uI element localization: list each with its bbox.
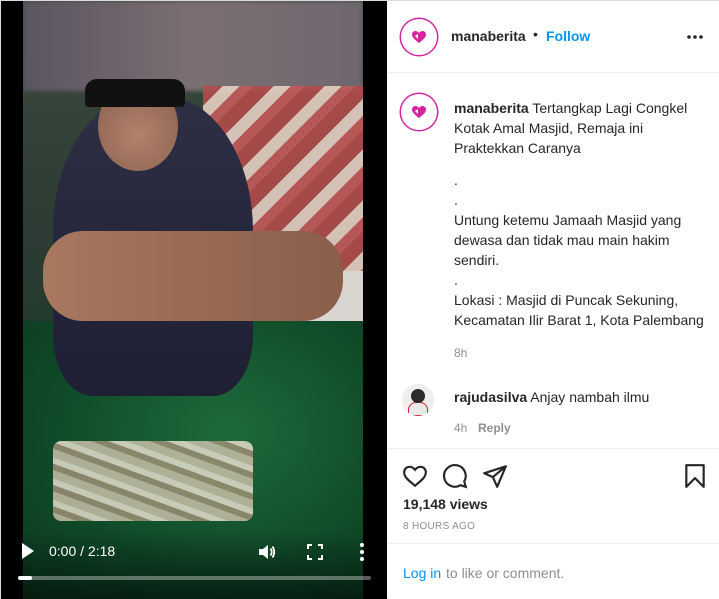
video-scene-blur (23, 1, 363, 91)
comment-item: rajudasilva Anjay nambah ilmu 4h Reply (388, 379, 719, 439)
post-caption: manaberita Tertangkap Lagi Congkel Kotak… (454, 98, 704, 330)
login-prompt: Log in to like or comment. (388, 543, 719, 599)
volume-icon[interactable] (257, 542, 277, 562)
video-progress-fill (18, 576, 33, 580)
share-icon[interactable] (482, 463, 508, 489)
post-header: manaberita • Follow (388, 1, 719, 73)
comment-text: rajudasilva Anjay nambah ilmu (454, 389, 649, 405)
avatar-body (408, 402, 428, 416)
more-icon[interactable] (353, 542, 371, 562)
comment-icon[interactable] (442, 463, 468, 489)
caption-paragraph: Untung ketemu Jamaah Masjid yang dewasa … (454, 212, 682, 268)
brand-logo-icon (403, 21, 435, 53)
caption-dot: . (454, 192, 458, 208)
heart-icon[interactable] (402, 463, 428, 489)
login-prompt-text: to like or comment. (446, 565, 565, 581)
comment-timestamp[interactable]: 4h (454, 421, 467, 435)
caption-location: Lokasi : Masjid di Puncak Sekuning, Keca… (454, 292, 704, 328)
avatar[interactable] (401, 19, 437, 55)
comment-body: Anjay nambah ilmu (530, 389, 650, 405)
video-progress-bar[interactable] (18, 576, 371, 580)
video-controls (1, 530, 387, 599)
video-frame[interactable] (23, 1, 363, 599)
view-count[interactable]: 19,148 views (403, 496, 488, 512)
instagram-post: 0:00 / 2:18 manaberita • Follow manaberi… (0, 0, 719, 599)
play-icon[interactable] (21, 542, 35, 560)
video-scene-cap (85, 79, 185, 107)
video-scene-money (53, 441, 253, 521)
video-scene-legs (43, 231, 343, 321)
video-player[interactable]: 0:00 / 2:18 (1, 1, 387, 599)
reply-button[interactable]: Reply (478, 421, 511, 435)
post-panel: manaberita • Follow manaberita Tertangka… (388, 1, 719, 599)
brand-logo-icon (403, 96, 435, 128)
header-separator: • (533, 26, 538, 42)
login-link[interactable]: Log in (403, 565, 441, 581)
action-bar: 19,148 views 8 HOURS AGO (388, 448, 719, 538)
fullscreen-icon[interactable] (307, 544, 323, 560)
avatar-face (411, 389, 425, 403)
caption-username[interactable]: manaberita (454, 100, 529, 116)
caption-timestamp[interactable]: 8h (454, 346, 467, 360)
header-username[interactable]: manaberita (451, 28, 526, 44)
options-icon[interactable] (685, 30, 705, 44)
bookmark-icon[interactable] (682, 463, 708, 489)
follow-button[interactable]: Follow (546, 28, 590, 44)
caption-avatar[interactable] (401, 94, 437, 130)
video-time: 0:00 / 2:18 (49, 543, 116, 559)
post-timestamp[interactable]: 8 HOURS AGO (403, 521, 475, 532)
caption-dot: . (454, 172, 458, 188)
comments-section: manaberita Tertangkap Lagi Congkel Kotak… (388, 74, 719, 447)
comment-username[interactable]: rajudasilva (454, 389, 527, 405)
caption-dot: . (454, 272, 458, 288)
commenter-avatar[interactable] (402, 384, 434, 416)
